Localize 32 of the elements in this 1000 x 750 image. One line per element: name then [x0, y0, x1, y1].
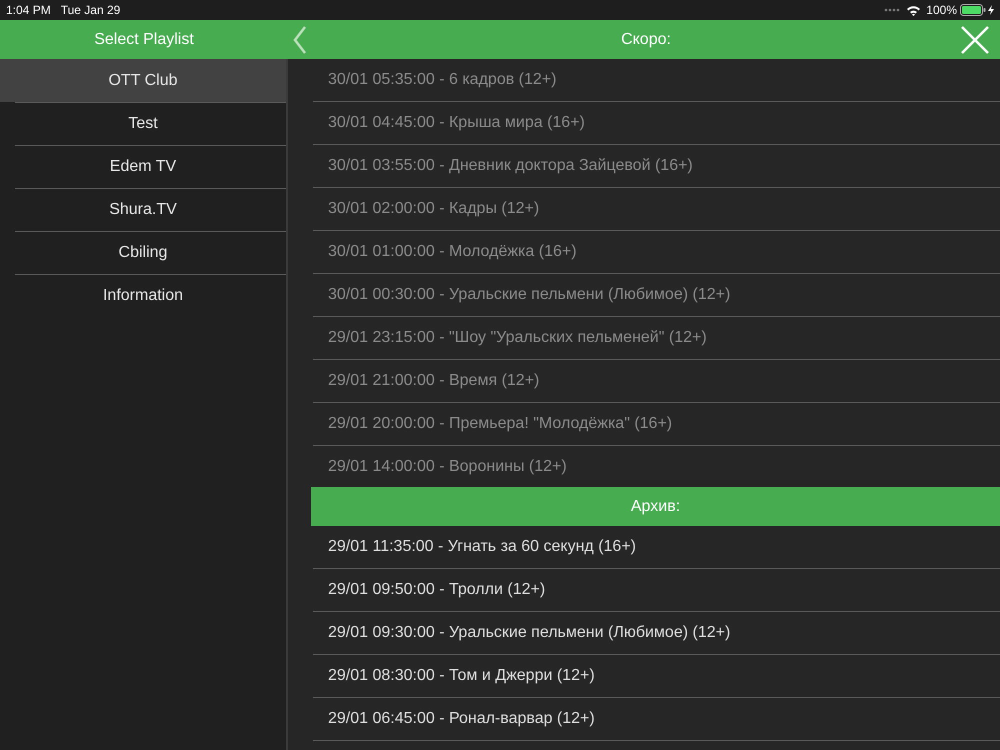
programme-item[interactable]: 29/01 20:00:00 - Премьера! "Молодёжка" (16+): [313, 412, 672, 436]
programme-item[interactable]: 30/01 00:30:00 - Уральские пельмени (Любимое) (12+): [313, 283, 730, 307]
header-title: Скоро:: [620, 30, 672, 50]
playlist-item[interactable]: Cbiling: [15, 232, 286, 274]
programme-item[interactable]: 29/01 06:45:00 - Ронал-варвар (12+): [313, 707, 595, 731]
status-time: 1:04 PM: [6, 2, 51, 19]
programme-item[interactable]: 29/01 08:30:00 - Том и Джерри (12+): [313, 664, 595, 688]
programme-item[interactable]: 30/01 01:00:00 - Молодёжка (16+): [313, 240, 577, 264]
close-icon[interactable]: [960, 24, 990, 54]
programme-item[interactable]: 29/01 21:00:00 - Время (12+): [313, 369, 540, 393]
programme-item[interactable]: 30/01 05:35:00 - 6 кадров (12+): [313, 68, 556, 92]
battery-percent: 100%: [926, 2, 957, 19]
programme-item[interactable]: 30/01 04:45:00 - Крыша мира (16+): [313, 111, 585, 135]
programme-item[interactable]: 30/01 02:00:00 - Кадры (12+): [313, 197, 540, 221]
programme-item[interactable]: 29/01 11:35:00 - Угнать за 60 секунд (16+): [313, 535, 636, 559]
programme-item[interactable]: 29/01 09:30:00 - Уральские пельмени (Любимое) (12+): [313, 621, 730, 645]
signal-dots-icon: [884, 8, 900, 12]
battery-icon: [960, 4, 986, 16]
wifi-icon: [906, 4, 922, 16]
playlist-item[interactable]: Shura.TV: [15, 189, 286, 231]
playlist-item[interactable]: Test: [15, 103, 286, 145]
status-date: Tue Jan 29: [60, 2, 120, 19]
playlist-item[interactable]: Information: [15, 275, 286, 317]
programme-item[interactable]: 29/01 14:00:00 - Воронины (12+): [313, 455, 567, 479]
programme-item[interactable]: 29/01 09:50:00 - Тролли (12+): [313, 578, 546, 602]
playlist-title: Select Playlist: [93, 30, 195, 50]
archive-header: Архив:: [311, 487, 1000, 526]
programme-item[interactable]: 30/01 03:55:00 - Дневник доктора Зайцевой (16+): [313, 154, 693, 178]
playlist-item[interactable]: Edem TV: [15, 146, 286, 188]
playlist-item[interactable]: OTT Club: [0, 59, 286, 102]
programme-item[interactable]: 29/01 23:15:00 - "Шоу "Уральских пельменей" (12+): [313, 326, 707, 350]
charging-bolt-icon: [988, 5, 994, 15]
